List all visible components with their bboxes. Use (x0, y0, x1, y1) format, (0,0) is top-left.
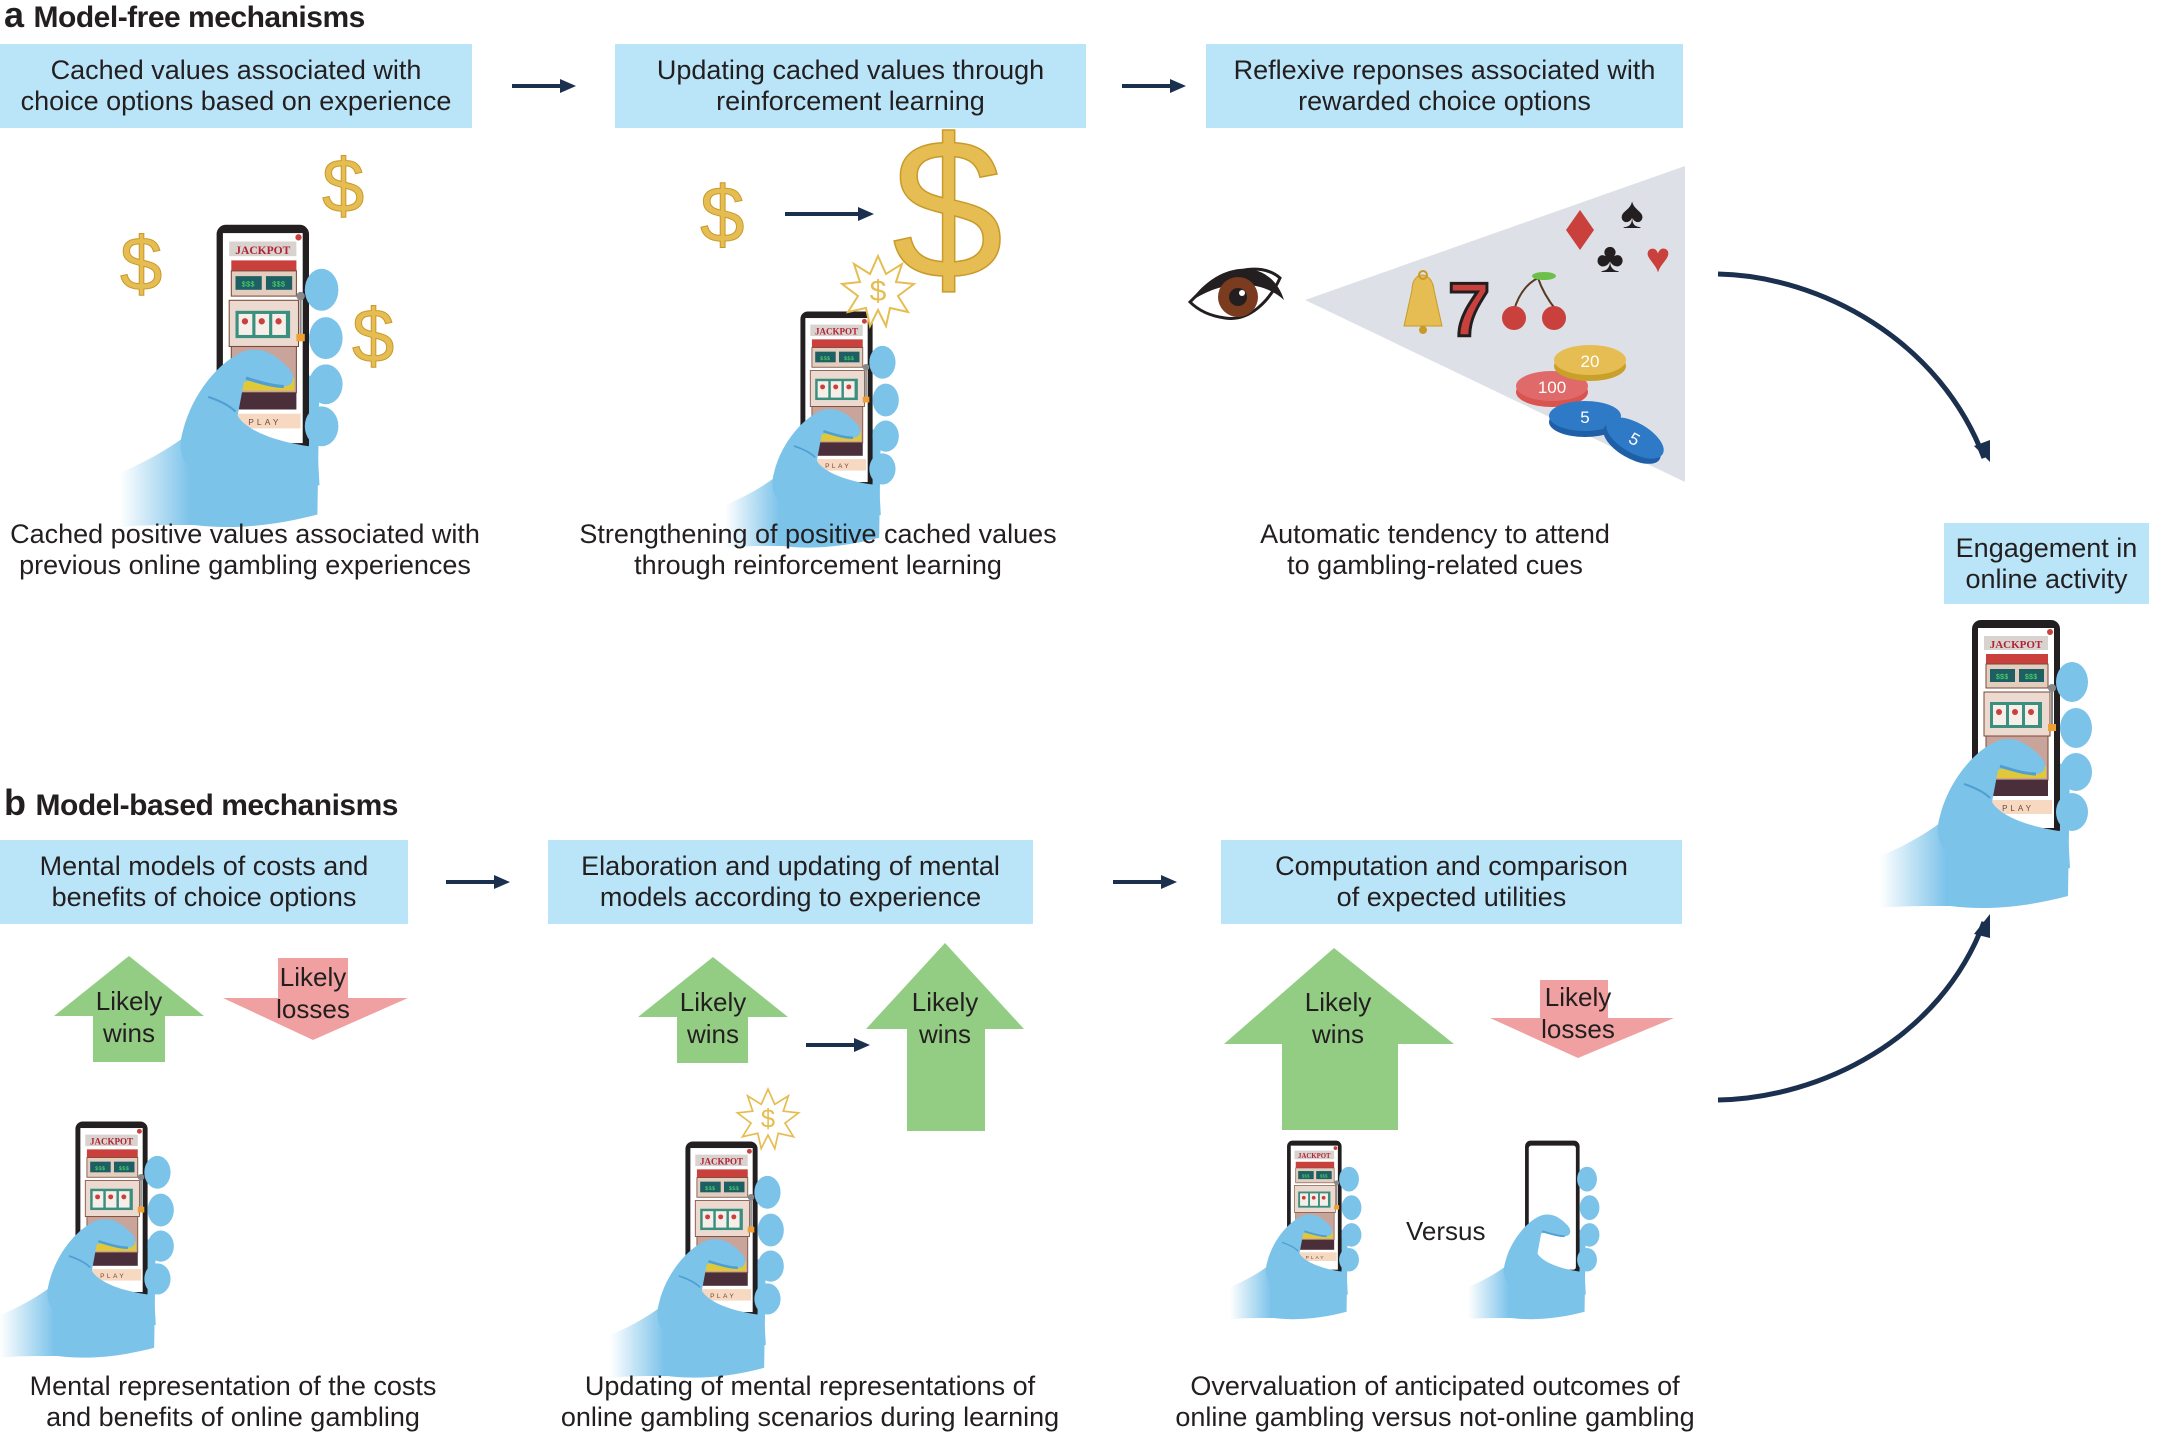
arrow-label: Likely (96, 986, 162, 1016)
wins-losses-arrows-3: Likely wins Likely losses (1224, 948, 1674, 1130)
chip-20-icon: 20 (1554, 345, 1626, 381)
arrow-label: wins (686, 1019, 739, 1049)
starburst-dollar-text: $ (761, 1105, 775, 1133)
arrow-label: wins (918, 1019, 971, 1049)
illustration-updating-b: $ (620, 1088, 800, 1350)
hand-phone-slot-icon (20, 1120, 260, 1360)
outcome-hand-phone-slot-icon (1880, 606, 2162, 906)
model-based-box-elaboration: Elaboration and updating of mental models… (548, 840, 1033, 924)
heart-icon: ♥ (1646, 234, 1671, 281)
caption-line: Automatic tendency to attend (1260, 519, 1610, 549)
likely-losses-arrow: Likely losses (223, 958, 408, 1040)
dollar-icon: $ (352, 294, 394, 379)
panel-a-title: a Model-free mechanisms (4, 0, 365, 36)
flow-arrow-icon (446, 875, 510, 889)
caption-line: to gambling-related cues (1287, 550, 1583, 580)
arrow-label: wins (102, 1018, 155, 1048)
arrow-label: Likely (280, 962, 346, 992)
curved-arrow-down-icon (1717, 271, 1990, 462)
box-line: Computation and comparison (1275, 851, 1628, 881)
flow-arrow-icon (1122, 79, 1186, 93)
arrow-label: Likely (1305, 987, 1371, 1017)
illustration-reinforcement: $ $ $ (700, 97, 1004, 510)
club-icon: ♣ (1596, 234, 1624, 281)
box-line: online activity (1965, 563, 2128, 594)
flow-arrow-icon (1113, 875, 1177, 889)
caption-line: Updating of mental representations of (584, 1371, 1036, 1401)
likely-wins-arrow: Likely wins (54, 956, 204, 1062)
illustration-cached-values: $ $ $ (80, 144, 395, 500)
model-free-box-reflexive: Reflexive reponses associated with reward… (1206, 44, 1683, 128)
panel-b-title: b Model-based mechanisms (4, 782, 398, 824)
likely-wins-large-arrow: Likely wins (866, 943, 1024, 1131)
starburst-dollar-icon: $ (736, 1088, 800, 1150)
panel-b-title-text: Model-based mechanisms (35, 789, 399, 822)
caption-line: online gambling scenarios during learnin… (560, 1402, 1060, 1432)
small-dollar-icon: $ (700, 170, 745, 259)
box-line: Elaboration and updating of mental (581, 851, 1000, 881)
curved-arrow-up-icon (1717, 914, 1990, 1103)
caption-mental-representation: Mental representation of the costs and be… (0, 1371, 466, 1433)
likely-losses-arrow: Likely losses (1490, 980, 1674, 1058)
caption-line: and benefits of online gambling (46, 1402, 420, 1432)
caption-cached-positive: Cached positive values associated with pr… (0, 519, 490, 581)
model-based-box-computation: Computation and comparison of expected ut… (1221, 840, 1682, 924)
box-line: of expected utilities (1336, 882, 1567, 912)
model-based-box-mental-models: Mental models of costs and benefits of ch… (0, 840, 408, 924)
outcome-engagement-box: Engagement in online activity (1944, 523, 2149, 604)
chip-20-label: 20 (1581, 352, 1600, 371)
box-line: Updating cached values through (656, 55, 1045, 85)
starburst-dollar-text: $ (870, 275, 887, 308)
caption-line: online gambling versus not-online gambli… (1175, 1402, 1695, 1432)
flow-arrow-icon (512, 79, 576, 93)
likely-wins-large-arrow: Likely wins (1224, 948, 1454, 1130)
dollar-icon: $ (322, 144, 364, 229)
box-line: benefits of choice options (51, 882, 357, 912)
chip-5-label: 5 (1580, 408, 1589, 427)
caption-line: through reinforcement learning (634, 550, 1002, 580)
illustration-cue-attention: 7 ♠ ♣ ♥ 100 20 5 5 (1187, 166, 1685, 482)
box-line: Reflexive reponses associated with (1233, 55, 1656, 85)
spade-icon: ♠ (1620, 189, 1643, 238)
caption-line: Overvaluation of anticipated outcomes of (1190, 1371, 1680, 1401)
arrow-label: Likely (912, 987, 978, 1017)
caption-line: Cached positive values associated with (10, 519, 480, 549)
panel-a-title-text: Model-free mechanisms (33, 1, 366, 34)
panel-b-letter: b (4, 782, 26, 823)
box-line: models according to experience (599, 882, 982, 912)
arrow-label: Likely (680, 987, 746, 1017)
box-line: choice options based on experience (20, 86, 452, 116)
box-line: rewarded choice options (1298, 86, 1591, 116)
panel-a-letter: a (4, 0, 24, 35)
caption-line: previous online gambling experiences (19, 550, 471, 580)
hand-phone-slot-icon (725, 311, 899, 547)
caption-automatic-tendency: Automatic tendency to attend to gambling-… (1230, 519, 1640, 581)
arrow-label: wins (1311, 1019, 1364, 1049)
wins-losses-arrows-1: Likely wins Likely losses (54, 956, 408, 1062)
seven-icon: 7 (1448, 268, 1490, 353)
likely-wins-arrow: Likely wins (638, 957, 788, 1063)
arrow-label: Likely (1545, 982, 1611, 1012)
model-free-box-cached-values: Cached values associated with choice opti… (0, 44, 472, 128)
arrow-label: losses (276, 994, 350, 1024)
model-free-box-updating: Updating cached values through reinforcem… (615, 44, 1086, 128)
box-line: Mental models of costs and (39, 851, 369, 881)
box-line: Engagement in (1955, 532, 2138, 563)
caption-strengthening: Strengthening of positive cached values t… (562, 519, 1074, 581)
versus-label: Versus (1406, 1216, 1486, 1246)
caption-overvaluation: Overvaluation of anticipated outcomes of… (1150, 1371, 1720, 1433)
caption-updating-representations: Updating of mental representations of onl… (542, 1371, 1078, 1433)
arrow-label: losses (1541, 1014, 1615, 1044)
eye-icon (1187, 267, 1284, 320)
hand-phone-blank-icon (1467, 1139, 1601, 1321)
caption-line: Strengthening of positive cached values (579, 519, 1057, 549)
hand-phone-slot-icon (1240, 1140, 1420, 1340)
caption-line: Mental representation of the costs (29, 1371, 437, 1401)
chip-100-label: 100 (1538, 378, 1566, 397)
dollar-icon: $ (120, 222, 162, 307)
hand-phone-slot-icon (610, 1141, 784, 1377)
box-line: Cached values associated with (50, 55, 422, 85)
